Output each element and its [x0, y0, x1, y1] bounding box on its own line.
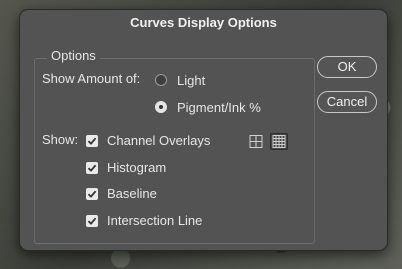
pigment-ink-radio-label[interactable]: Pigment/Ink % [177, 100, 261, 115]
show-amount-label: Show Amount of: [42, 71, 141, 86]
cancel-button[interactable]: Cancel [317, 91, 377, 113]
channel-overlays-label[interactable]: Channel Overlays [107, 133, 210, 148]
curves-display-options-dialog: Curves Display Options Options Show Amou… [19, 9, 388, 251]
channel-overlays-checkbox[interactable] [86, 135, 98, 147]
intersection-line-label[interactable]: Intersection Line [107, 213, 202, 228]
histogram-label[interactable]: Histogram [107, 160, 166, 175]
dialog-title: Curves Display Options [130, 15, 277, 30]
light-radio-label[interactable]: Light [177, 73, 205, 88]
simple-grid-icon [249, 135, 263, 148]
pigment-ink-radio[interactable] [155, 101, 167, 113]
histogram-checkbox[interactable] [86, 162, 98, 174]
baseline-label[interactable]: Baseline [107, 186, 157, 201]
checkmark-icon [87, 164, 97, 172]
ok-button[interactable]: OK [317, 56, 377, 78]
light-radio[interactable] [155, 74, 167, 86]
baseline-checkbox[interactable] [86, 188, 98, 200]
checkmark-icon [87, 137, 97, 145]
intersection-line-checkbox[interactable] [86, 215, 98, 227]
simple-grid-button[interactable] [247, 133, 265, 150]
checkmark-icon [87, 217, 97, 225]
show-label: Show: [42, 132, 79, 147]
detailed-grid-icon [272, 135, 286, 148]
checkmark-icon [87, 190, 97, 198]
options-legend: Options [47, 48, 100, 63]
detailed-grid-button[interactable] [270, 133, 288, 150]
